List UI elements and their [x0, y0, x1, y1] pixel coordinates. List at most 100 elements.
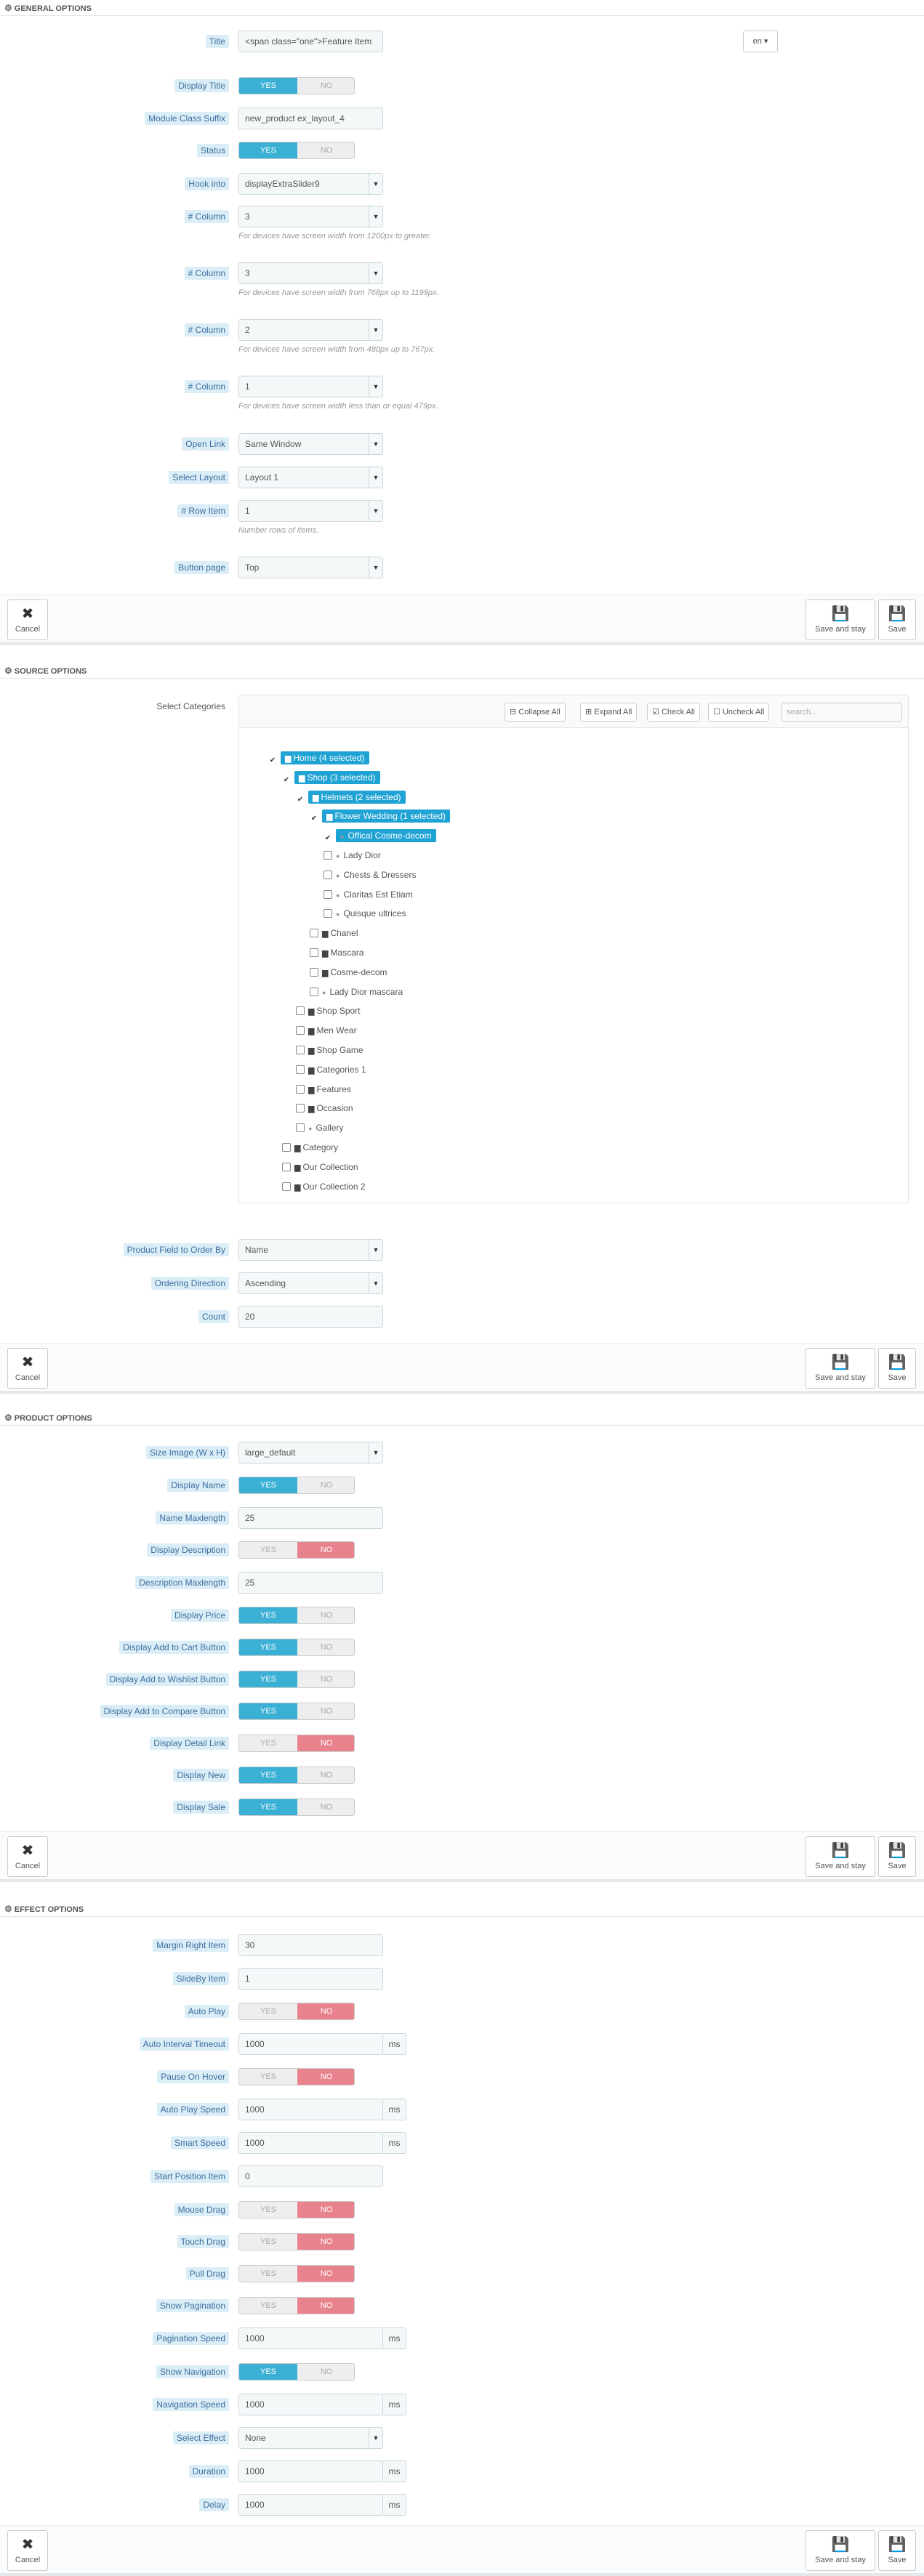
checkbox-icon[interactable]: [310, 967, 318, 977]
save-and-stay-button[interactable]: 💾 Save and stay: [806, 1348, 875, 1389]
checkbox-checked-icon[interactable]: ✔: [310, 814, 318, 823]
order-by-select[interactable]: Name ▼: [238, 1239, 383, 1261]
tree-node[interactable]: ▆ Men Wear: [296, 1023, 357, 1038]
tree-node[interactable]: ● Quisque ultrices: [324, 906, 406, 921]
save-button[interactable]: 💾 Save: [878, 1836, 916, 1877]
tree-node[interactable]: ✔ ● Offical Cosme-decom: [324, 828, 436, 843]
cancel-button[interactable]: ✖ Cancel: [7, 1836, 48, 1877]
checkbox-icon[interactable]: [282, 1162, 291, 1171]
tree-node[interactable]: ▆ Our Collection 2: [282, 1179, 366, 1194]
button-page-select[interactable]: Top ▼: [238, 557, 383, 578]
check-all-button[interactable]: ☑ Check All: [647, 703, 700, 722]
tree-node[interactable]: ● Lady Dior mascara: [310, 985, 403, 999]
save-and-stay-button[interactable]: 💾 Save and stay: [806, 1836, 875, 1877]
tree-node[interactable]: ▆ Chanel: [310, 926, 358, 940]
column-lg-select[interactable]: 3 ▼: [238, 206, 383, 227]
save-button[interactable]: 💾 Save: [878, 599, 916, 640]
checkbox-icon[interactable]: [310, 948, 318, 957]
tree-node[interactable]: ✔ ▆ Home (4 selected): [268, 751, 369, 765]
select-layout-select[interactable]: Layout 1 ▼: [238, 467, 383, 488]
checkbox-icon[interactable]: [296, 1006, 305, 1016]
auto-play-speed-input[interactable]: 1000: [238, 2099, 383, 2120]
tree-node[interactable]: ▆ Mascara: [310, 945, 363, 960]
delay-input[interactable]: 1000: [238, 2494, 383, 2516]
pagination-speed-input[interactable]: 1000: [238, 2327, 383, 2349]
display-sale-switch[interactable]: YES NO: [238, 1798, 355, 1816]
row-item-select[interactable]: 1 ▼: [238, 500, 383, 522]
save-button[interactable]: 💾 Save: [878, 1348, 916, 1389]
margin-right-input[interactable]: 30: [238, 1934, 383, 1956]
show-pagination-switch[interactable]: YES NO: [238, 2297, 355, 2314]
checkbox-checked-icon[interactable]: ✔: [324, 833, 332, 843]
tree-node[interactable]: ▆ Cosme-decom: [310, 965, 387, 980]
tree-node[interactable]: ▆ Shop Sport: [296, 1004, 361, 1018]
checkbox-icon[interactable]: [296, 1026, 305, 1035]
save-and-stay-button[interactable]: 💾 Save and stay: [806, 2530, 875, 2571]
navigation-speed-input[interactable]: 1000: [238, 2394, 383, 2415]
tree-node[interactable]: ● Chests & Dressers: [324, 868, 416, 882]
checkbox-icon[interactable]: [282, 1143, 291, 1152]
display-new-switch[interactable]: YES NO: [238, 1767, 355, 1784]
start-position-input[interactable]: 0: [238, 2165, 383, 2187]
checkbox-icon[interactable]: [296, 1104, 305, 1113]
size-image-select[interactable]: large_default ▼: [238, 1442, 383, 1463]
select-effect-select[interactable]: None ▼: [238, 2427, 383, 2449]
auto-play-switch[interactable]: YES NO: [238, 2003, 355, 2020]
tree-node[interactable]: ● Claritas Est Etiam: [324, 887, 413, 902]
status-switch[interactable]: YES NO: [238, 142, 355, 159]
checkbox-checked-icon[interactable]: ✔: [268, 756, 277, 764]
display-price-switch[interactable]: YES NO: [238, 1607, 355, 1624]
checkbox-icon[interactable]: [296, 1084, 305, 1094]
auto-interval-input[interactable]: 1000: [238, 2033, 383, 2055]
module-class-suffix-input[interactable]: new_product ex_layout_4: [238, 108, 383, 129]
ordering-direction-select[interactable]: Ascending ▼: [238, 1272, 383, 1294]
count-input[interactable]: 20: [238, 1306, 383, 1328]
tree-node[interactable]: ▆ Features: [296, 1082, 351, 1097]
display-title-switch[interactable]: YES NO: [238, 77, 355, 94]
column-xs-select[interactable]: 1 ▼: [238, 376, 383, 397]
duration-input[interactable]: 1000: [238, 2460, 383, 2482]
checkbox-icon[interactable]: [310, 987, 318, 996]
checkbox-icon[interactable]: [324, 889, 332, 899]
hook-into-select[interactable]: displayExtraSlider9 ▼: [238, 173, 383, 195]
checkbox-icon[interactable]: [324, 851, 332, 860]
title-input[interactable]: <span class="one">Feature Item: [238, 31, 383, 52]
tree-node[interactable]: ▆ Occasion: [296, 1101, 353, 1115]
name-maxlength-input[interactable]: 25: [238, 1507, 383, 1529]
checkbox-icon[interactable]: [296, 1123, 305, 1133]
cancel-button[interactable]: ✖ Cancel: [7, 599, 48, 640]
cancel-button[interactable]: ✖ Cancel: [7, 2530, 48, 2571]
save-button[interactable]: 💾 Save: [878, 2530, 916, 2571]
mouse-drag-switch[interactable]: YES NO: [238, 2201, 355, 2218]
detail-link-switch[interactable]: YES NO: [238, 1735, 355, 1752]
tree-node[interactable]: ▆ Our Collection: [282, 1160, 358, 1174]
checkbox-icon[interactable]: [296, 1065, 305, 1074]
show-navigation-switch[interactable]: YES NO: [238, 2363, 355, 2381]
checkbox-icon[interactable]: [310, 929, 318, 938]
checkbox-icon[interactable]: [324, 909, 332, 918]
save-and-stay-button[interactable]: 💾 Save and stay: [806, 599, 875, 640]
tree-node[interactable]: ✔ ▆ Shop (3 selected): [282, 770, 380, 785]
add-to-compare-switch[interactable]: YES NO: [238, 1703, 355, 1720]
pull-drag-switch[interactable]: YES NO: [238, 2265, 355, 2282]
column-sm-select[interactable]: 2 ▼: [238, 319, 383, 341]
add-to-wishlist-switch[interactable]: YES NO: [238, 1671, 355, 1688]
checkbox-checked-icon[interactable]: ✔: [282, 775, 291, 784]
column-md-select[interactable]: 3 ▼: [238, 262, 383, 284]
tree-node[interactable]: ● Gallery: [296, 1121, 343, 1135]
language-dropdown[interactable]: en ▾: [743, 31, 778, 52]
smart-speed-input[interactable]: 1000: [238, 2132, 383, 2154]
display-description-switch[interactable]: YES NO: [238, 1541, 355, 1559]
tree-node[interactable]: ● Lady Dior: [324, 848, 381, 863]
display-name-switch[interactable]: YES NO: [238, 1477, 355, 1494]
add-to-cart-switch[interactable]: YES NO: [238, 1639, 355, 1656]
checkbox-icon[interactable]: [296, 1046, 305, 1054]
cancel-button[interactable]: ✖ Cancel: [7, 1348, 48, 1389]
description-maxlength-input[interactable]: 25: [238, 1572, 383, 1594]
tree-node[interactable]: ✔ ▆ Flower Wedding (1 selected): [310, 809, 450, 823]
slideby-input[interactable]: 1: [238, 1968, 383, 1990]
expand-all-button[interactable]: ⊞ Expand All: [580, 703, 638, 722]
checkbox-icon[interactable]: [282, 1182, 291, 1191]
tree-node[interactable]: ▆ Shop Game: [296, 1043, 363, 1057]
tree-search-input[interactable]: search...: [782, 703, 902, 722]
